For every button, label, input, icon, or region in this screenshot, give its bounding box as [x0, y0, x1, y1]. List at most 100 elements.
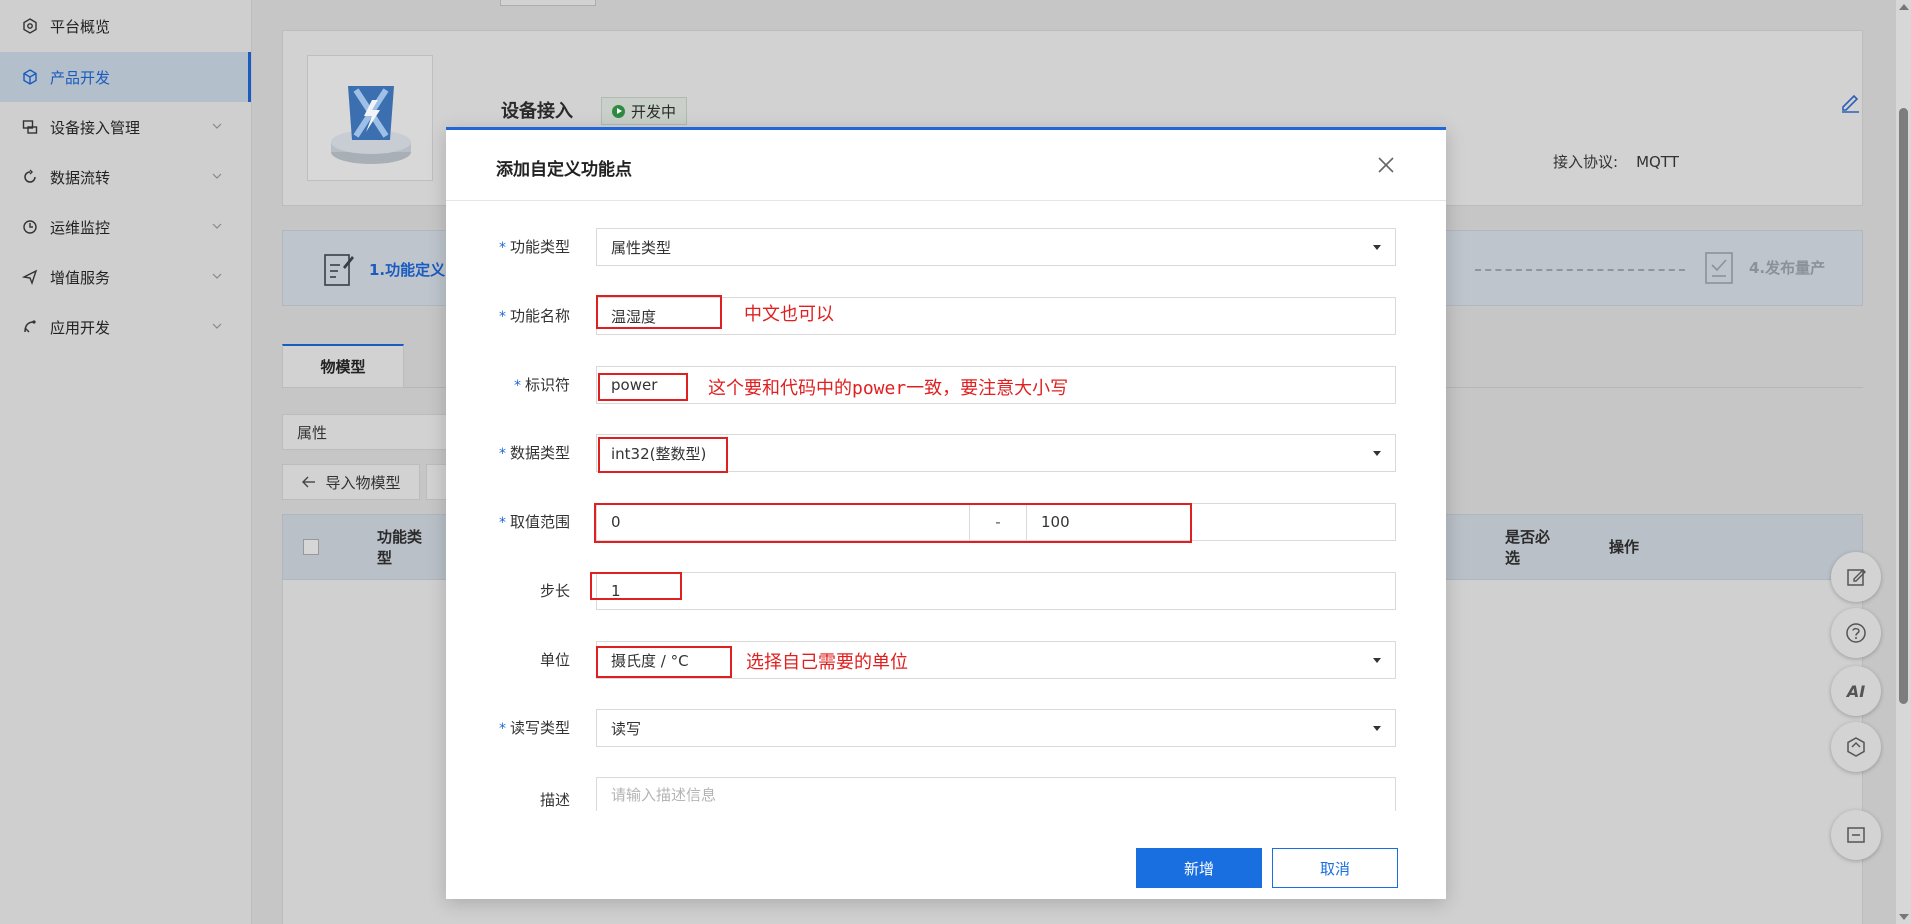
- label-text: 描述: [539, 791, 570, 809]
- protocol-info: 接入协议: MQTT: [1553, 151, 1679, 172]
- scroll-up-arrow[interactable]: [1899, 4, 1909, 10]
- sidebar-item-label: 产品开发: [50, 68, 111, 87]
- status-badge: 开发中: [601, 97, 688, 125]
- scroll-thumb[interactable]: [1899, 108, 1908, 704]
- th-function-type: 功能类 型: [377, 527, 422, 569]
- add-button[interactable]: 新增: [1136, 848, 1262, 888]
- page-scrollbar[interactable]: [1896, 0, 1911, 924]
- th-required: 是否必 选: [1505, 527, 1550, 569]
- tab-model[interactable]: 物模型: [282, 344, 404, 388]
- chevron-down-icon: [212, 323, 222, 329]
- data-type-label: * 数据类型: [499, 442, 570, 463]
- import-label: 导入物模型: [325, 473, 401, 492]
- sidebar-item-overview[interactable]: 平台概览: [0, 0, 251, 52]
- annotation-box-step: [590, 572, 682, 600]
- sidebar-item-label: 数据流转: [50, 168, 111, 187]
- edit-icon[interactable]: [1839, 91, 1861, 113]
- dropdown-caret-icon: [1373, 658, 1381, 663]
- rw-type-select[interactable]: 读写: [596, 709, 1396, 747]
- top-control[interactable]: [500, 0, 596, 6]
- help-icon: [1846, 623, 1866, 643]
- dropdown-caret-icon: [1373, 451, 1381, 456]
- annotation-box-name: [596, 295, 722, 329]
- annotation-name-note: 中文也可以: [744, 304, 834, 325]
- help-button[interactable]: [1831, 608, 1881, 658]
- description-textarea[interactable]: 请输入描述信息: [596, 777, 1396, 811]
- required-mark: *: [513, 378, 521, 394]
- sidebar-item-ops-monitor[interactable]: 运维监控: [0, 202, 251, 252]
- product-device-icon: [331, 86, 411, 164]
- required-mark: *: [498, 240, 506, 256]
- rw-type-label: * 读写类型: [499, 717, 570, 738]
- row-data-type: * 数据类型 int32(整数型): [446, 434, 1446, 472]
- sidebar-item-data-flow[interactable]: 数据流转: [0, 152, 251, 202]
- feedback-button[interactable]: [1831, 552, 1881, 602]
- required-mark: *: [498, 309, 506, 325]
- service-icon: [22, 269, 38, 285]
- sidebar-item-label: 应用开发: [50, 318, 111, 337]
- description-label: 描述: [540, 789, 570, 810]
- close-icon[interactable]: [1374, 153, 1398, 177]
- sidebar-item-value-service[interactable]: 增值服务: [0, 252, 251, 302]
- sidebar-item-product-dev[interactable]: 产品开发: [0, 52, 251, 102]
- chevron-down-icon: [212, 173, 222, 179]
- sidebar-item-label: 设备接入管理: [50, 118, 141, 137]
- label-text: 读写类型: [509, 719, 570, 737]
- dropdown-caret-icon: [1373, 245, 1381, 250]
- required-mark: *: [498, 446, 506, 462]
- step-label: 1.功能定义: [369, 260, 446, 279]
- select-value: 属性类型: [611, 238, 672, 257]
- dialog-divider: [446, 200, 1446, 201]
- step-input[interactable]: 1: [596, 572, 1396, 610]
- app-icon: [24, 320, 36, 333]
- collapse-button[interactable]: [1831, 810, 1881, 860]
- function-type-select[interactable]: 属性类型: [596, 228, 1396, 266]
- product-image: [307, 55, 433, 181]
- label-text: 功能类型: [509, 238, 570, 256]
- identifier-label: * 标识符: [514, 374, 570, 395]
- annotation-box-unit: [596, 646, 732, 678]
- assistant-button[interactable]: [1831, 722, 1881, 772]
- play-icon: [612, 104, 625, 118]
- sidebar-item-app-dev[interactable]: 应用开发: [0, 302, 251, 352]
- sidebar-item-label: 平台概览: [50, 17, 111, 36]
- monitor-icon: [23, 220, 37, 234]
- minimize-icon: [1847, 827, 1865, 843]
- step-function-define[interactable]: 1.功能定义: [323, 251, 445, 287]
- cube-icon: [23, 69, 37, 85]
- ai-label: AI: [1846, 681, 1866, 701]
- protocol-label: 接入协议:: [1553, 153, 1619, 171]
- unit-label: 单位: [540, 649, 570, 670]
- th-line: 选: [1505, 549, 1521, 567]
- document-edit-icon: [324, 254, 354, 286]
- scroll-down-arrow[interactable]: [1899, 914, 1909, 920]
- function-type-label: * 功能类型: [499, 236, 570, 257]
- sidebar: 平台概览 产品开发 设备接入管理 数据流转 运维监控 增值服务 应用开发: [0, 0, 252, 924]
- protocol-value: MQTT: [1636, 153, 1679, 171]
- step-publish[interactable]: 4.发布量产: [1703, 249, 1825, 285]
- step-label: 步长: [540, 580, 570, 601]
- hexagon-icon: [1847, 737, 1865, 757]
- th-actions: 操作: [1609, 538, 1640, 556]
- row-function-type: * 功能类型 属性类型: [446, 228, 1446, 266]
- th-line: 功能类: [377, 528, 423, 546]
- import-icon: [302, 476, 316, 488]
- property-type-select[interactable]: 属性: [282, 414, 452, 450]
- device-icon: [22, 120, 38, 134]
- label-text: 步长: [539, 582, 570, 600]
- label-text: 取值范围: [509, 513, 570, 531]
- chevron-down-icon: [212, 273, 222, 279]
- step-label: 4.发布量产: [1749, 258, 1826, 277]
- value-range-label: * 取值范围: [499, 511, 570, 532]
- select-all-checkbox[interactable]: [303, 539, 319, 555]
- textarea-placeholder: 请输入描述信息: [611, 786, 717, 804]
- label-text: 标识符: [524, 376, 570, 394]
- cancel-button[interactable]: 取消: [1272, 848, 1398, 888]
- ai-button[interactable]: AI: [1831, 666, 1881, 716]
- import-model-button[interactable]: 导入物模型: [282, 464, 420, 500]
- annotation-box-identifier: [598, 373, 688, 401]
- step-connector: [1475, 269, 1685, 271]
- add-function-dialog: 添加自定义功能点 * 功能类型 属性类型 * 功能名称 温湿度 中文也可以 * 标识符…: [446, 127, 1446, 899]
- annotation-unit-note: 选择自己需要的单位: [746, 652, 908, 673]
- sidebar-item-device-access[interactable]: 设备接入管理: [0, 102, 251, 152]
